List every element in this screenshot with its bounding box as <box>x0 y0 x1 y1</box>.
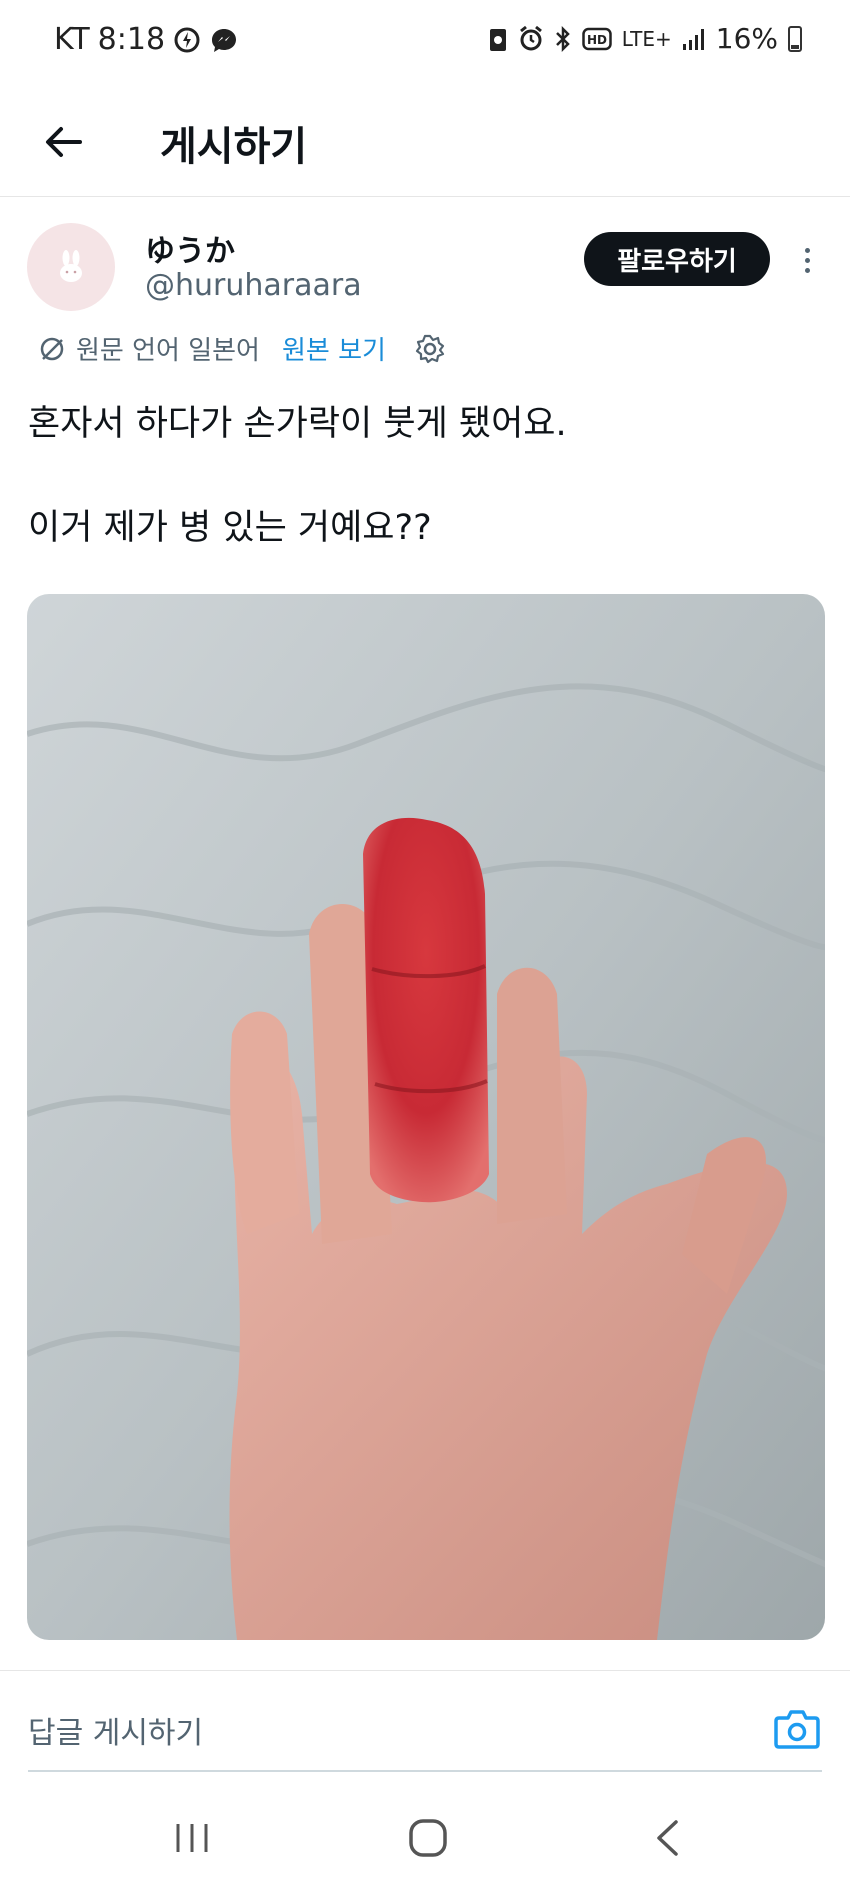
signal-icon <box>682 28 704 50</box>
alarm-icon <box>519 25 542 50</box>
translate-off-icon <box>40 337 64 360</box>
author-handle[interactable]: @huruharaara <box>145 268 362 303</box>
svg-text:HD: HD <box>587 33 607 47</box>
top-app-bar: 게시하기 <box>0 86 850 197</box>
author-display-name[interactable]: ゆうか <box>145 226 235 270</box>
carrier-label: KT <box>54 22 90 57</box>
battery-icon <box>788 25 802 52</box>
post-text-line: 이거 제가 병 있는 거예요?? <box>28 508 432 548</box>
status-left: KT 8:18 <box>54 22 239 57</box>
translation-note: 원문 언어 일본어 <box>76 336 260 366</box>
page-title: 게시하기 <box>160 124 308 170</box>
post-text: 혼자서 하다가 손가락이 붓게 됐어요. 이거 제가 병 있는 거예요?? <box>28 398 818 554</box>
nav-back-icon[interactable] <box>652 1818 682 1858</box>
post-text-line: 혼자서 하다가 손가락이 붓게 됐어요. <box>28 404 567 444</box>
messenger-icon <box>212 28 237 52</box>
clock: 8:18 <box>97 22 166 57</box>
recent-apps-icon[interactable] <box>172 1820 212 1856</box>
bunny-icon <box>60 250 82 282</box>
home-icon[interactable] <box>408 1818 448 1858</box>
gear-icon <box>415 334 445 363</box>
back-button[interactable] <box>30 114 96 170</box>
translation-bar: 원문 언어 일본어 원본 보기 <box>38 330 446 367</box>
divider <box>0 1670 850 1671</box>
battery-percent: 16% <box>715 22 778 55</box>
post-photo[interactable] <box>27 594 825 1640</box>
storage-icon <box>489 28 506 51</box>
status-right: HD LTE+ 16% <box>488 22 802 55</box>
arrow-left-icon <box>46 127 82 157</box>
follow-button[interactable]: 팔로우하기 <box>584 232 770 286</box>
translation-settings-button[interactable] <box>414 333 446 365</box>
status-bar: KT 8:18 HD LTE+ 16% <box>0 0 850 86</box>
photo-hand-on-blanket <box>27 594 825 1640</box>
bluetooth-icon <box>555 25 570 52</box>
system-nav-bar <box>0 1790 850 1889</box>
reply-underline <box>28 1770 822 1772</box>
network-label: LTE+ <box>621 26 672 51</box>
reply-input[interactable]: 답글 게시하기 <box>28 1708 203 1752</box>
more-vertical-icon[interactable] <box>792 240 822 280</box>
camera-icon[interactable] <box>774 1706 820 1750</box>
avatar[interactable] <box>27 223 115 311</box>
data-saver-icon <box>174 27 200 52</box>
hd-voice-icon: HD <box>582 27 612 50</box>
view-original-link[interactable]: 원본 보기 <box>282 330 386 367</box>
